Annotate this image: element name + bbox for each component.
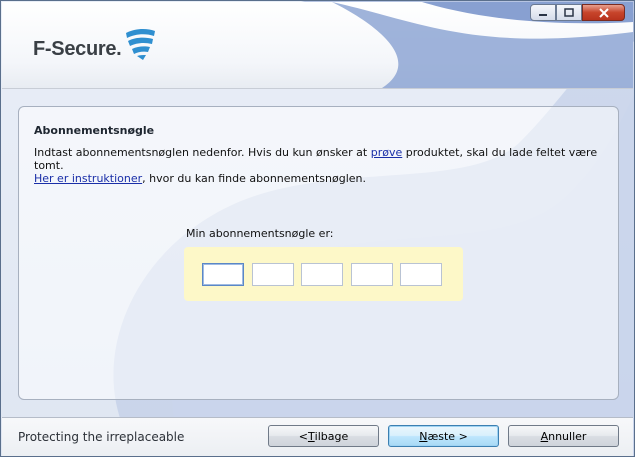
cancel-button-mnemonic: A [540,429,549,443]
back-button-prefix: < [298,429,308,443]
maximize-icon [564,8,574,17]
close-icon [598,7,609,18]
f-secure-shield-icon [126,28,156,60]
key-input-box [184,247,463,301]
window-controls [530,4,625,21]
key-label: Min abonnementsnøgle er: [186,227,334,240]
back-button-label: ilbage [314,429,349,443]
instruction-text-part: Indtast abonnementsnøglen nedenfor. Hvis… [34,146,371,159]
panel-title: Abonnementsnøgle [34,124,155,137]
key-field-3[interactable] [301,263,343,286]
tagline: Protecting the irreplaceable [18,430,185,444]
next-button-label: æste > [427,429,468,443]
instruction-text: Indtast abonnementsnøglen nedenfor. Hvis… [34,146,604,185]
key-field-2[interactable] [252,263,294,286]
installer-window: F-Secure. Abonnementsnøgle Indtast abonn [0,0,635,457]
close-button[interactable] [582,4,625,21]
key-field-1[interactable] [202,263,244,286]
next-button[interactable]: Næste > [388,425,499,447]
instruction-text-part: , hvor du kan finde abonnementsnøglen. [142,172,367,185]
instructions-link[interactable]: Her er instruktioner [34,172,142,185]
key-field-5[interactable] [400,263,442,286]
cancel-button-label: nnuller [548,429,587,443]
back-button[interactable]: < Tilbage [268,425,379,447]
header-divider [2,88,633,89]
key-field-4[interactable] [351,263,393,286]
back-button-mnemonic: T [307,429,315,443]
footer-bar: Protecting the irreplaceable < Tilbage N… [2,418,633,456]
minimize-button[interactable] [530,4,556,21]
try-product-link[interactable]: prøve [371,146,403,159]
f-secure-logo: F-Secure. [33,28,157,61]
minimize-icon [539,13,547,16]
maximize-button[interactable] [556,4,582,21]
logo-text: F-Secure. [33,38,122,60]
next-button-mnemonic: N [419,429,428,443]
header-banner: F-Secure. [2,2,633,88]
cancel-button[interactable]: Annuller [508,425,619,447]
subscription-key-panel: Abonnementsnøgle Indtast abonnementsnøgl… [18,106,619,400]
